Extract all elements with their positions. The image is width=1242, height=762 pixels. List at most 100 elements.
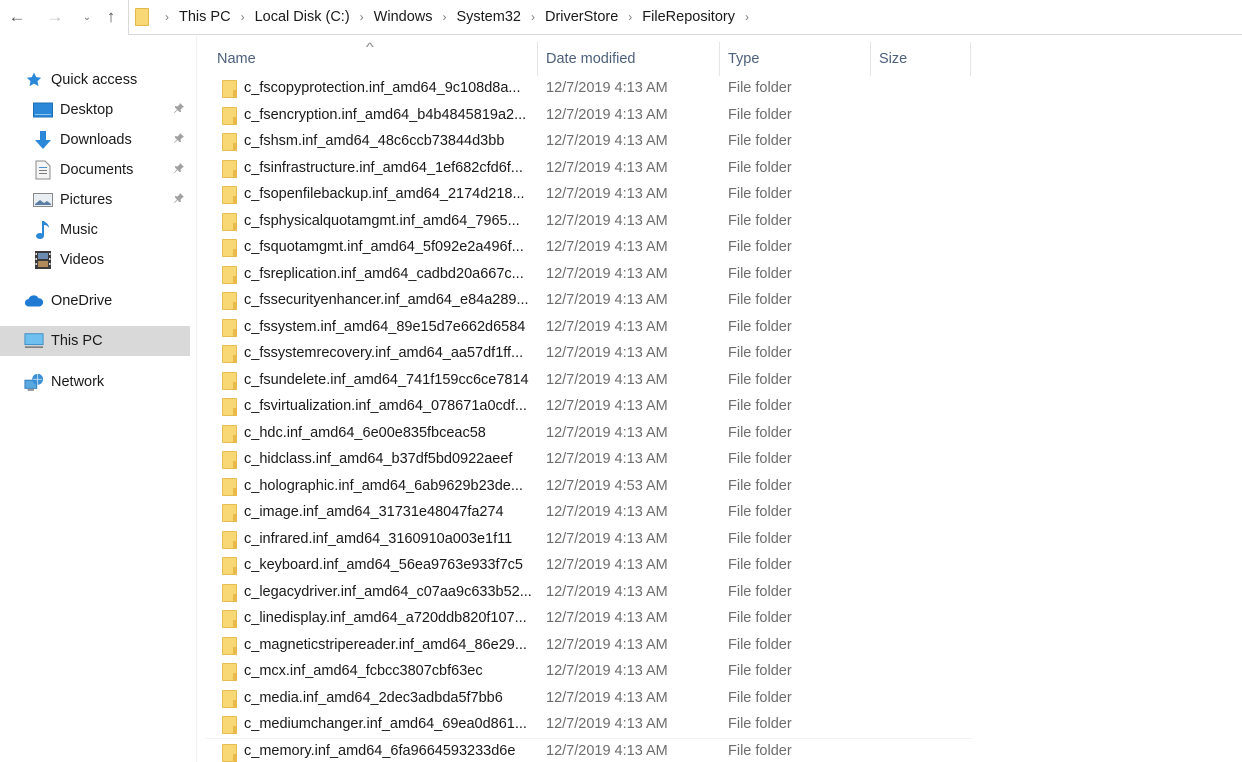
file-name[interactable]: c_fsreplication.inf_amd64_cadbd20a667c..… — [244, 266, 524, 282]
file-type: File folder — [728, 716, 792, 733]
sidebar-item-documents[interactable]: Documents — [0, 155, 190, 185]
file-name[interactable]: c_infrared.inf_amd64_3160910a003e1f11 — [244, 531, 512, 547]
address-bar[interactable]: › This PC › Local Disk (C:) › Windows › … — [128, 0, 1242, 35]
sidebar-item-music[interactable]: Music — [0, 215, 190, 245]
file-row[interactable]: c_media.inf_amd64_2dec3adbda5f7bb6 12/7/2… — [205, 685, 972, 712]
file-name[interactable]: c_fsencryption.inf_amd64_b4b4845819a2... — [244, 107, 526, 123]
file-row[interactable]: c_fsopenfilebackup.inf_amd64_2174d218...… — [205, 181, 972, 208]
file-name[interactable]: c_magneticstripereader.inf_amd64_86e29..… — [244, 637, 527, 653]
breadcrumb-separator-icon[interactable]: › — [442, 10, 446, 24]
file-row[interactable]: c_infrared.inf_amd64_3160910a003e1f11 12/… — [205, 526, 972, 553]
file-row[interactable]: c_fsreplication.inf_amd64_cadbd20a667c..… — [205, 261, 972, 288]
arrow-right-icon: → — [46, 7, 64, 26]
pin-icon[interactable] — [172, 102, 186, 116]
breadcrumb-separator-icon[interactable]: › — [531, 10, 535, 24]
folder-icon — [222, 530, 237, 549]
breadcrumb-separator-icon[interactable]: › — [241, 10, 245, 24]
breadcrumb-separator-icon[interactable]: › — [745, 10, 749, 24]
column-header-name[interactable]: Name — [205, 42, 537, 76]
file-name[interactable]: c_media.inf_amd64_2dec3adbda5f7bb6 — [244, 690, 503, 706]
file-row[interactable]: c_fsphysicalquotamgmt.inf_amd64_7965... 1… — [205, 208, 972, 235]
sidebar-item-desktop[interactable]: Desktop — [0, 95, 190, 125]
file-name[interactable]: c_fsinfrastructure.inf_amd64_1ef682cfd6f… — [244, 160, 523, 176]
file-name[interactable]: c_fsvirtualization.inf_amd64_078671a0cdf… — [244, 398, 527, 414]
file-row[interactable]: c_fscopyprotection.inf_amd64_9c108d8a...… — [205, 75, 972, 102]
file-name[interactable]: c_fssystem.inf_amd64_89e15d7e662d6584 — [244, 319, 525, 335]
file-type: File folder — [728, 371, 792, 388]
breadcrumb-windows[interactable]: Windows — [374, 9, 433, 25]
up-button[interactable]: ↑ — [100, 6, 122, 28]
file-name[interactable]: c_fsquotamgmt.inf_amd64_5f092e2a496f... — [244, 239, 524, 255]
file-row[interactable]: c_hdc.inf_amd64_6e00e835fbceac58 12/7/201… — [205, 420, 972, 447]
file-row[interactable]: c_fsquotamgmt.inf_amd64_5f092e2a496f... 1… — [205, 234, 972, 261]
file-type: File folder — [728, 451, 792, 468]
file-date-modified: 12/7/2019 4:13 AM — [546, 106, 668, 123]
file-row[interactable]: c_keyboard.inf_amd64_56ea9763e933f7c5 12/… — [205, 552, 972, 579]
file-name[interactable]: c_image.inf_amd64_31731e48047fa274 — [244, 504, 504, 520]
file-row[interactable]: c_legacydriver.inf_amd64_c07aa9c633b52..… — [205, 579, 972, 606]
breadcrumb-separator-icon[interactable]: › — [628, 10, 632, 24]
sidebar-item-downloads[interactable]: Downloads — [0, 125, 190, 155]
sidebar-item-videos[interactable]: Videos — [0, 245, 190, 275]
file-row[interactable]: c_fssystemrecovery.inf_amd64_aa57df1ff..… — [205, 340, 972, 367]
sidebar-item-quick-access[interactable]: Quick access — [0, 65, 190, 95]
breadcrumb-system32[interactable]: System32 — [456, 9, 520, 25]
file-row[interactable]: c_fsvirtualization.inf_amd64_078671a0cdf… — [205, 393, 972, 420]
file-name[interactable]: c_memory.inf_amd64_6fa9664593233d6e — [244, 743, 515, 759]
sidebar-item-onedrive[interactable]: OneDrive — [0, 286, 190, 316]
file-name[interactable]: c_mcx.inf_amd64_fcbcc3807cbf63ec — [244, 663, 483, 679]
back-button[interactable]: ← — [6, 6, 28, 28]
sidebar-item-this-pc[interactable]: This PC — [0, 326, 190, 356]
recent-locations-button[interactable]: ⌄ — [76, 6, 98, 28]
file-name[interactable]: c_holographic.inf_amd64_6ab9629b23de... — [244, 478, 523, 494]
file-name[interactable]: c_mediumchanger.inf_amd64_69ea0d861... — [244, 716, 527, 732]
file-name[interactable]: c_legacydriver.inf_amd64_c07aa9c633b52..… — [244, 584, 532, 600]
file-row[interactable]: c_magneticstripereader.inf_amd64_86e29..… — [205, 632, 972, 659]
breadcrumb-separator-icon[interactable]: › — [360, 10, 364, 24]
file-type: File folder — [728, 583, 792, 600]
file-row[interactable]: c_image.inf_amd64_31731e48047fa274 12/7/2… — [205, 499, 972, 526]
file-row[interactable]: c_memory.inf_amd64_6fa9664593233d6e 12/7/… — [205, 737, 972, 762]
file-row[interactable]: c_fsencryption.inf_amd64_b4b4845819a2...… — [205, 102, 972, 129]
file-row[interactable]: c_mcx.inf_amd64_fcbcc3807cbf63ec 12/7/201… — [205, 658, 972, 685]
pin-icon[interactable] — [172, 192, 186, 206]
file-name[interactable]: c_fssystemrecovery.inf_amd64_aa57df1ff..… — [244, 345, 523, 361]
breadcrumb-filerepository[interactable]: FileRepository — [642, 9, 735, 25]
file-name[interactable]: c_keyboard.inf_amd64_56ea9763e933f7c5 — [244, 557, 523, 573]
file-row[interactable]: c_fssecurityenhancer.inf_amd64_e84a289..… — [205, 287, 972, 314]
pin-icon[interactable] — [172, 162, 186, 176]
file-row[interactable]: c_fsinfrastructure.inf_amd64_1ef682cfd6f… — [205, 155, 972, 182]
column-header-date-modified[interactable]: Date modified — [537, 42, 719, 76]
column-header-size[interactable]: Size — [870, 42, 971, 76]
pane-divider[interactable] — [196, 36, 197, 762]
file-row[interactable]: c_holographic.inf_amd64_6ab9629b23de... 1… — [205, 473, 972, 500]
file-row[interactable]: c_fsundelete.inf_amd64_741f159cc6ce7814 1… — [205, 367, 972, 394]
column-header-type[interactable]: Type — [719, 42, 870, 76]
folder-icon — [222, 186, 237, 204]
file-name[interactable]: c_fscopyprotection.inf_amd64_9c108d8a... — [244, 80, 521, 96]
file-row[interactable]: c_hidclass.inf_amd64_b37df5bd0922aeef 12/… — [205, 446, 972, 473]
file-row[interactable]: c_fshsm.inf_amd64_48c6ccb73844d3bb 12/7/2… — [205, 128, 972, 155]
file-name[interactable]: c_fsundelete.inf_amd64_741f159cc6ce7814 — [244, 372, 529, 388]
file-name[interactable]: c_hidclass.inf_amd64_b37df5bd0922aeef — [244, 451, 512, 467]
breadcrumb-this-pc[interactable]: This PC — [179, 9, 231, 25]
file-name[interactable]: c_fshsm.inf_amd64_48c6ccb73844d3bb — [244, 133, 504, 149]
file-row[interactable]: c_mediumchanger.inf_amd64_69ea0d861... 12… — [205, 711, 972, 738]
forward-button[interactable]: → — [44, 6, 66, 28]
file-name[interactable]: c_fsphysicalquotamgmt.inf_amd64_7965... — [244, 213, 520, 229]
file-date-modified: 12/7/2019 4:13 AM — [546, 212, 668, 229]
file-name[interactable]: c_linedisplay.inf_amd64_a720ddb820f107..… — [244, 610, 527, 626]
sidebar-item-label: Music — [60, 222, 98, 238]
file-name[interactable]: c_fssecurityenhancer.inf_amd64_e84a289..… — [244, 292, 529, 308]
folder-icon — [222, 557, 237, 575]
file-name[interactable]: c_fsopenfilebackup.inf_amd64_2174d218... — [244, 186, 525, 202]
breadcrumb-driverstore[interactable]: DriverStore — [545, 9, 618, 25]
sidebar-item-network[interactable]: Network — [0, 367, 190, 397]
file-row[interactable]: c_fssystem.inf_amd64_89e15d7e662d6584 12/… — [205, 314, 972, 341]
file-name[interactable]: c_hdc.inf_amd64_6e00e835fbceac58 — [244, 425, 486, 441]
breadcrumb-separator-icon[interactable]: › — [165, 10, 169, 24]
pin-icon[interactable] — [172, 132, 186, 146]
breadcrumb-local-disk[interactable]: Local Disk (C:) — [255, 9, 350, 25]
sidebar-item-pictures[interactable]: Pictures — [0, 185, 190, 215]
file-row[interactable]: c_linedisplay.inf_amd64_a720ddb820f107..… — [205, 605, 972, 632]
